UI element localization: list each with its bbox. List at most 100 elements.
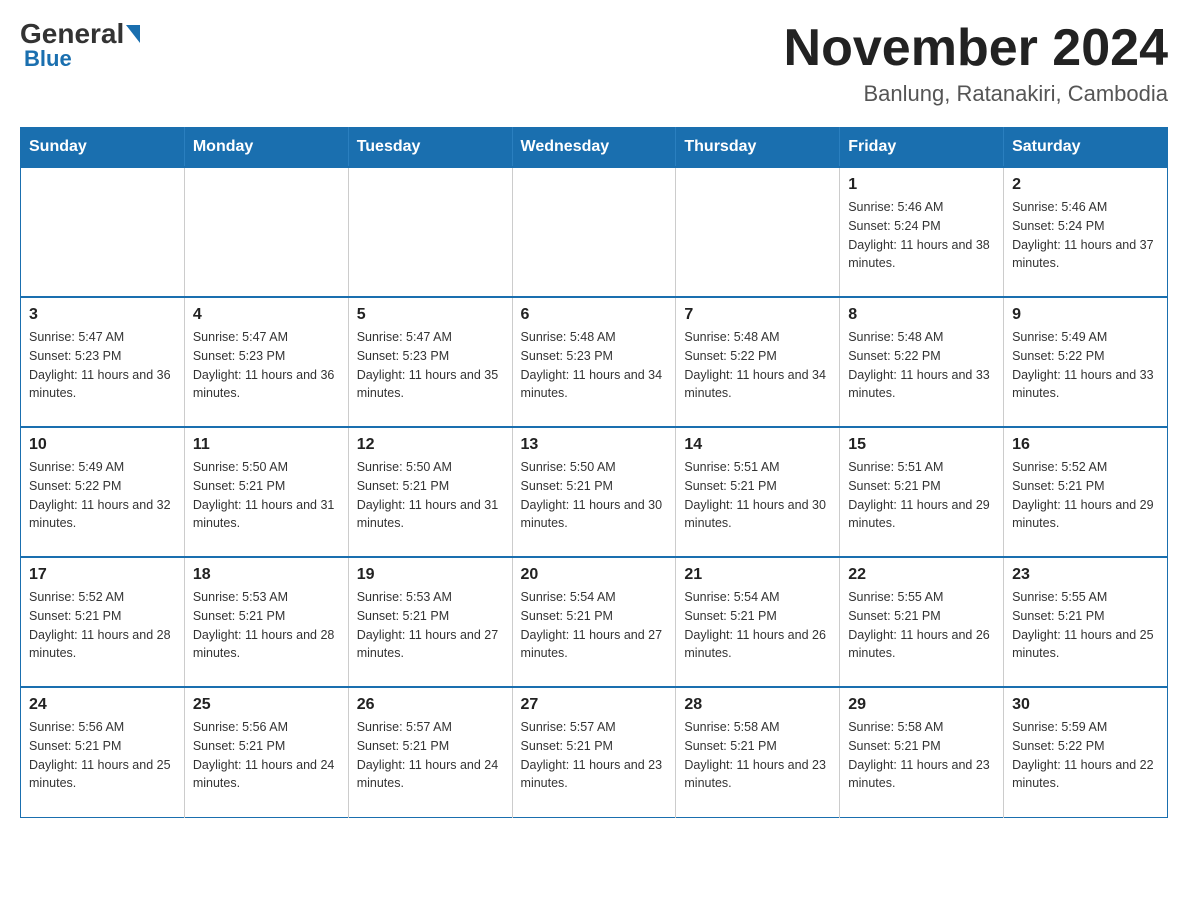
day-number: 19 [357, 566, 504, 584]
calendar-cell: 19 Sunrise: 5:53 AM Sunset: 5:21 PM Dayli… [348, 557, 512, 687]
calendar-cell: 7Sunrise: 5:48 AM Sunset: 5:22 PM Daylig… [676, 297, 840, 427]
day-number: 13 [521, 436, 668, 454]
calendar-cell: 9 Sunrise: 5:49 AM Sunset: 5:22 PM Daylig… [1004, 297, 1168, 427]
day-info: Sunrise: 5:52 AM Sunset: 5:21 PM Dayligh… [29, 588, 176, 663]
calendar-cell: 13 Sunrise: 5:50 AM Sunset: 5:21 PM Dayli… [512, 427, 676, 557]
day-number: 18 [193, 566, 340, 584]
logo-general: General [20, 20, 124, 48]
calendar-cell [348, 167, 512, 297]
calendar-header-friday: Friday [840, 128, 1004, 168]
day-info: Sunrise: 5:48 AM Sunset: 5:23 PM Dayligh… [521, 328, 668, 403]
calendar-cell: 15 Sunrise: 5:51 AM Sunset: 5:21 PM Dayli… [840, 427, 1004, 557]
day-number: 12 [357, 436, 504, 454]
calendar-week-row: 17 Sunrise: 5:52 AM Sunset: 5:21 PM Dayli… [21, 557, 1168, 687]
calendar-cell: 20Sunrise: 5:54 AM Sunset: 5:21 PM Dayli… [512, 557, 676, 687]
day-info: Sunrise: 5:51 AM Sunset: 5:21 PM Dayligh… [684, 458, 831, 533]
logo-triangle-icon [126, 25, 140, 43]
day-number: 26 [357, 696, 504, 714]
calendar-week-row: 10 Sunrise: 5:49 AM Sunset: 5:22 PM Dayli… [21, 427, 1168, 557]
day-number: 7 [684, 306, 831, 324]
day-number: 2 [1012, 176, 1159, 194]
day-info: Sunrise: 5:52 AM Sunset: 5:21 PM Dayligh… [1012, 458, 1159, 533]
calendar-cell: 12 Sunrise: 5:50 AM Sunset: 5:21 PM Dayli… [348, 427, 512, 557]
calendar-header-tuesday: Tuesday [348, 128, 512, 168]
calendar-table: SundayMondayTuesdayWednesdayThursdayFrid… [20, 127, 1168, 818]
day-number: 10 [29, 436, 176, 454]
calendar-header-thursday: Thursday [676, 128, 840, 168]
calendar-cell: 17 Sunrise: 5:52 AM Sunset: 5:21 PM Dayli… [21, 557, 185, 687]
logo: General Blue [20, 20, 140, 72]
page-header: General Blue November 2024 Banlung, Rata… [20, 20, 1168, 107]
calendar-cell: 27 Sunrise: 5:57 AM Sunset: 5:21 PM Dayli… [512, 687, 676, 817]
title-area: November 2024 Banlung, Ratanakiri, Cambo… [784, 20, 1168, 107]
day-info: Sunrise: 5:54 AM Sunset: 5:21 PM Dayligh… [521, 588, 668, 663]
calendar-cell: 14 Sunrise: 5:51 AM Sunset: 5:21 PM Dayli… [676, 427, 840, 557]
day-number: 14 [684, 436, 831, 454]
day-number: 27 [521, 696, 668, 714]
calendar-cell: 26 Sunrise: 5:57 AM Sunset: 5:21 PM Dayli… [348, 687, 512, 817]
calendar-week-row: 3 Sunrise: 5:47 AM Sunset: 5:23 PM Daylig… [21, 297, 1168, 427]
calendar-cell: 16 Sunrise: 5:52 AM Sunset: 5:21 PM Dayli… [1004, 427, 1168, 557]
calendar-cell: 28Sunrise: 5:58 AM Sunset: 5:21 PM Dayli… [676, 687, 840, 817]
day-info: Sunrise: 5:49 AM Sunset: 5:22 PM Dayligh… [29, 458, 176, 533]
day-number: 8 [848, 306, 995, 324]
calendar-cell: 25Sunrise: 5:56 AM Sunset: 5:21 PM Dayli… [184, 687, 348, 817]
day-number: 23 [1012, 566, 1159, 584]
calendar-cell: 1 Sunrise: 5:46 AM Sunset: 5:24 PM Daylig… [840, 167, 1004, 297]
calendar-cell: 2 Sunrise: 5:46 AM Sunset: 5:24 PM Daylig… [1004, 167, 1168, 297]
calendar-cell: 6Sunrise: 5:48 AM Sunset: 5:23 PM Daylig… [512, 297, 676, 427]
calendar-cell: 3 Sunrise: 5:47 AM Sunset: 5:23 PM Daylig… [21, 297, 185, 427]
calendar-cell: 21 Sunrise: 5:54 AM Sunset: 5:21 PM Dayli… [676, 557, 840, 687]
calendar-cell: 24Sunrise: 5:56 AM Sunset: 5:21 PM Dayli… [21, 687, 185, 817]
day-number: 16 [1012, 436, 1159, 454]
calendar-cell [184, 167, 348, 297]
day-info: Sunrise: 5:53 AM Sunset: 5:21 PM Dayligh… [193, 588, 340, 663]
day-info: Sunrise: 5:50 AM Sunset: 5:21 PM Dayligh… [521, 458, 668, 533]
calendar-cell: 22Sunrise: 5:55 AM Sunset: 5:21 PM Dayli… [840, 557, 1004, 687]
calendar-week-row: 1 Sunrise: 5:46 AM Sunset: 5:24 PM Daylig… [21, 167, 1168, 297]
calendar-header-monday: Monday [184, 128, 348, 168]
day-number: 15 [848, 436, 995, 454]
day-info: Sunrise: 5:58 AM Sunset: 5:21 PM Dayligh… [684, 718, 831, 793]
day-info: Sunrise: 5:51 AM Sunset: 5:21 PM Dayligh… [848, 458, 995, 533]
day-number: 11 [193, 436, 340, 454]
calendar-cell: 23 Sunrise: 5:55 AM Sunset: 5:21 PM Dayli… [1004, 557, 1168, 687]
calendar-cell [21, 167, 185, 297]
day-info: Sunrise: 5:50 AM Sunset: 5:21 PM Dayligh… [193, 458, 340, 533]
calendar-cell: 8 Sunrise: 5:48 AM Sunset: 5:22 PM Daylig… [840, 297, 1004, 427]
day-number: 29 [848, 696, 995, 714]
day-number: 1 [848, 176, 995, 194]
day-number: 24 [29, 696, 176, 714]
calendar-cell: 29 Sunrise: 5:58 AM Sunset: 5:21 PM Dayli… [840, 687, 1004, 817]
day-info: Sunrise: 5:47 AM Sunset: 5:23 PM Dayligh… [357, 328, 504, 403]
calendar-cell: 18 Sunrise: 5:53 AM Sunset: 5:21 PM Dayli… [184, 557, 348, 687]
day-info: Sunrise: 5:46 AM Sunset: 5:24 PM Dayligh… [1012, 198, 1159, 273]
day-info: Sunrise: 5:48 AM Sunset: 5:22 PM Dayligh… [848, 328, 995, 403]
day-info: Sunrise: 5:49 AM Sunset: 5:22 PM Dayligh… [1012, 328, 1159, 403]
calendar-header-row: SundayMondayTuesdayWednesdayThursdayFrid… [21, 128, 1168, 168]
calendar-cell: 5Sunrise: 5:47 AM Sunset: 5:23 PM Daylig… [348, 297, 512, 427]
day-info: Sunrise: 5:57 AM Sunset: 5:21 PM Dayligh… [521, 718, 668, 793]
day-number: 17 [29, 566, 176, 584]
day-info: Sunrise: 5:56 AM Sunset: 5:21 PM Dayligh… [193, 718, 340, 793]
day-info: Sunrise: 5:57 AM Sunset: 5:21 PM Dayligh… [357, 718, 504, 793]
day-info: Sunrise: 5:53 AM Sunset: 5:21 PM Dayligh… [357, 588, 504, 663]
day-info: Sunrise: 5:46 AM Sunset: 5:24 PM Dayligh… [848, 198, 995, 273]
day-number: 21 [684, 566, 831, 584]
calendar-week-row: 24 Sunrise: 5:56 AM Sunset: 5:21 PM Dayli… [21, 687, 1168, 817]
day-number: 4 [193, 306, 340, 324]
logo-blue: Blue [20, 46, 72, 72]
calendar-header-wednesday: Wednesday [512, 128, 676, 168]
calendar-cell: 10 Sunrise: 5:49 AM Sunset: 5:22 PM Dayli… [21, 427, 185, 557]
day-number: 9 [1012, 306, 1159, 324]
day-info: Sunrise: 5:50 AM Sunset: 5:21 PM Dayligh… [357, 458, 504, 533]
day-info: Sunrise: 5:59 AM Sunset: 5:22 PM Dayligh… [1012, 718, 1159, 793]
day-number: 30 [1012, 696, 1159, 714]
day-info: Sunrise: 5:54 AM Sunset: 5:21 PM Dayligh… [684, 588, 831, 663]
day-info: Sunrise: 5:47 AM Sunset: 5:23 PM Dayligh… [29, 328, 176, 403]
day-number: 22 [848, 566, 995, 584]
page-subtitle: Banlung, Ratanakiri, Cambodia [784, 81, 1168, 107]
day-info: Sunrise: 5:58 AM Sunset: 5:21 PM Dayligh… [848, 718, 995, 793]
day-info: Sunrise: 5:55 AM Sunset: 5:21 PM Dayligh… [1012, 588, 1159, 663]
day-number: 3 [29, 306, 176, 324]
